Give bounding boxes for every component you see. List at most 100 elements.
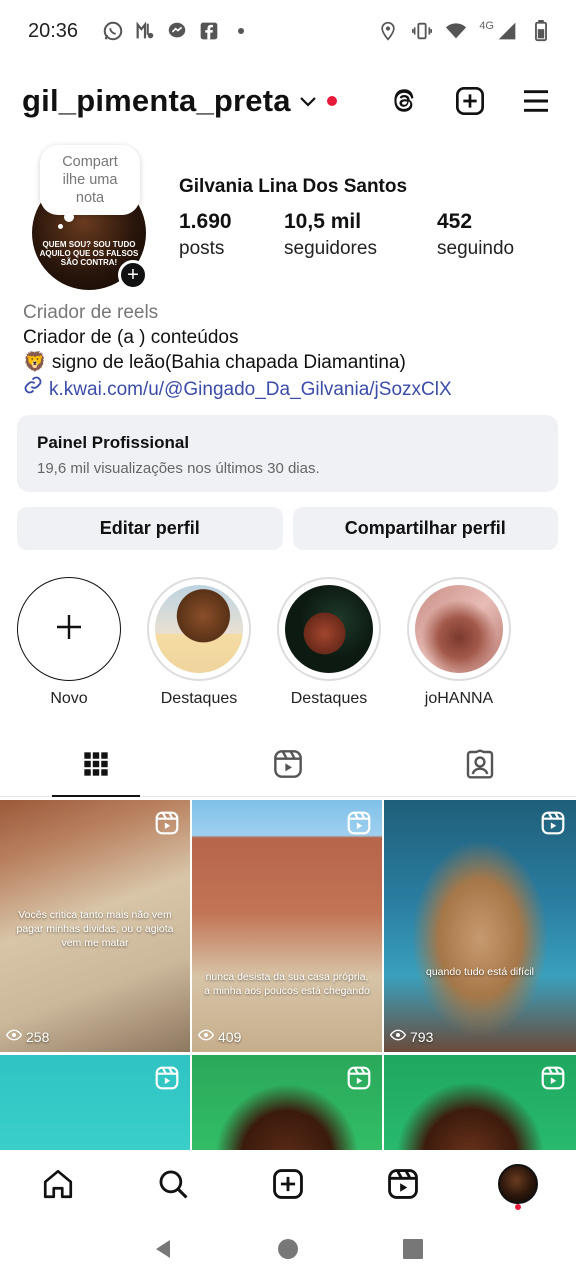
highlight-item[interactable]: Destaques	[277, 577, 381, 708]
stat-following[interactable]: 452 seguindo	[437, 210, 514, 260]
status-time: 20:36	[28, 19, 79, 42]
network-type: 4G	[479, 20, 494, 32]
bio-line-1: Criador de (a ) conteúdos	[23, 327, 239, 348]
highlight-ring	[277, 577, 381, 681]
highlight-item[interactable]: joHANNA	[407, 577, 511, 708]
eye-icon	[197, 1027, 215, 1046]
signal-icon	[496, 20, 518, 42]
wifi-icon	[445, 20, 467, 42]
notification-dot	[326, 96, 337, 106]
home-circle-icon[interactable]	[268, 1229, 308, 1269]
profile-buttons: Editar perfil Compartilhar perfil	[17, 507, 558, 550]
username[interactable]: gil_pimenta_preta	[22, 83, 291, 119]
profile-category: Criador de reels	[23, 302, 159, 323]
vibrate-icon	[411, 20, 433, 42]
profile-nav-avatar[interactable]	[494, 1160, 542, 1210]
highlight-item[interactable]: Destaques	[147, 577, 251, 708]
bio-link-text: k.kwai.com/u/@Gingado_Da_Gilvania/jSozxC…	[49, 378, 452, 400]
note-placeholder: Compart ilhe uma nota	[62, 154, 118, 206]
stat-posts[interactable]: 1.690 posts	[179, 210, 284, 260]
post-caption: nunca desista da sua casa própria, a min…	[204, 971, 370, 997]
full-name: Gilvania Lina Dos Santos	[179, 176, 408, 197]
view-count-value: 409	[218, 1028, 242, 1045]
reel-badge-icon	[154, 1065, 180, 1096]
location-icon	[377, 20, 399, 42]
stat-posts-label: posts	[179, 238, 225, 259]
threads-icon[interactable]	[386, 83, 422, 119]
view-count-value: 793	[410, 1028, 434, 1045]
grid-post[interactable]: quando tudo está difícil 793	[384, 800, 576, 1052]
reel-badge-icon	[154, 810, 180, 841]
create-icon[interactable]	[264, 1160, 312, 1208]
grid-post[interactable]: nunca desista da sua casa própria, a min…	[192, 800, 382, 1052]
search-icon[interactable]	[149, 1160, 197, 1208]
status-bar: 20:36 4G	[0, 0, 576, 62]
stat-posts-value: 1.690	[179, 210, 232, 233]
highlight-ring	[147, 577, 251, 681]
highlight-label: joHANNA	[424, 690, 494, 707]
menu-icon[interactable]	[518, 83, 554, 119]
system-navigation	[0, 1218, 576, 1280]
note-bubble[interactable]: Compart ilhe uma nota	[40, 145, 140, 215]
post-caption: quando tudo está difícil	[426, 966, 534, 978]
professional-dashboard[interactable]: Painel Profissional 19,6 mil visualizaçõ…	[17, 415, 558, 492]
reel-badge-icon	[346, 1065, 372, 1096]
grid-post[interactable]	[192, 1055, 382, 1150]
dashboard-title: Painel Profissional	[37, 433, 190, 452]
tab-tagged[interactable]	[384, 737, 576, 796]
reels-icon	[272, 748, 304, 785]
dashboard-subtitle: 19,6 mil visualizações nos últimos 30 di…	[37, 460, 320, 477]
tab-grid[interactable]	[0, 737, 192, 797]
highlight-ring	[17, 577, 121, 681]
story-highlights: Novo Destaques Destaques joHANNA	[0, 577, 576, 707]
edit-profile-button[interactable]: Editar perfil	[17, 507, 283, 550]
plus-icon	[53, 611, 85, 648]
add-story-icon[interactable]: +	[118, 260, 148, 290]
view-count: 793	[389, 1027, 434, 1046]
grid-post[interactable]: Vocês critica tanto mais não vem pagar m…	[0, 800, 190, 1052]
posts-grid: Vocês critica tanto mais não vem pagar m…	[0, 800, 576, 1150]
profile-tabs	[0, 737, 576, 797]
highlight-ring	[407, 577, 511, 681]
back-icon[interactable]	[143, 1229, 183, 1269]
home-icon[interactable]	[34, 1160, 82, 1208]
tab-reels[interactable]	[192, 737, 384, 796]
eye-icon	[5, 1027, 23, 1046]
messenger-icon	[166, 20, 188, 42]
reel-badge-icon	[540, 810, 566, 841]
view-count: 409	[197, 1027, 242, 1046]
whatsapp-icon	[102, 20, 124, 42]
stat-following-label: seguindo	[437, 238, 515, 259]
recents-icon[interactable]	[393, 1229, 433, 1269]
profile-stats: 1.690 posts 10,5 mil seguidores 452 segu…	[179, 210, 514, 260]
highlight-label: Destaques	[290, 690, 368, 707]
stat-followers[interactable]: 10,5 mil seguidores	[284, 210, 437, 260]
view-count: 258	[5, 1027, 50, 1046]
battery-icon	[530, 20, 552, 42]
stat-following-value: 452	[437, 210, 473, 233]
grid-icon	[82, 750, 110, 783]
reels-nav-icon[interactable]	[379, 1160, 427, 1208]
highlight-image	[415, 585, 503, 673]
highlight-label: Destaques	[160, 690, 238, 707]
highlight-image	[155, 585, 243, 673]
highlight-new[interactable]: Novo	[17, 577, 121, 708]
post-caption: Vocês critica tanto mais não vem pagar m…	[16, 909, 174, 949]
avatar	[498, 1164, 539, 1204]
grid-post[interactable]	[384, 1055, 576, 1150]
reel-badge-icon	[346, 810, 372, 841]
chevron-down-icon[interactable]	[299, 94, 317, 113]
note-tail	[64, 212, 74, 222]
music-icon	[134, 20, 156, 42]
share-profile-button[interactable]: Compartilhar perfil	[292, 507, 558, 550]
new-post-icon[interactable]	[452, 83, 488, 119]
profile-header: gil_pimenta_preta	[0, 70, 576, 132]
grid-post[interactable]	[0, 1055, 190, 1150]
stat-followers-label: seguidores	[284, 238, 377, 259]
notification-dot	[515, 1204, 522, 1210]
bottom-navigation	[0, 1150, 576, 1218]
view-count-value: 258	[26, 1028, 50, 1045]
link-icon	[23, 375, 43, 404]
stat-followers-value: 10,5 mil	[284, 210, 362, 233]
bio-link[interactable]: k.kwai.com/u/@Gingado_Da_Gilvania/jSozxC…	[23, 375, 563, 404]
